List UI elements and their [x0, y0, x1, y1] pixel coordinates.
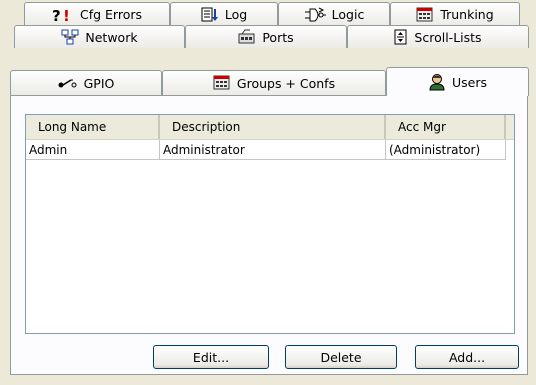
tab-label: Trunking [440, 7, 494, 22]
scroll-list-icon [394, 29, 408, 45]
tab-label: Logic [331, 7, 365, 22]
column-header-acc-mgr[interactable]: Acc Mgr [386, 115, 506, 139]
error-icon: ?! [52, 7, 74, 23]
tab-logic[interactable]: Logic [278, 2, 390, 26]
tab-label: Cfg Errors [79, 7, 143, 22]
tab-gpio[interactable]: GPIO [10, 70, 162, 95]
tab-scroll-lists[interactable]: Scroll-Lists [347, 25, 529, 48]
ports-icon [238, 29, 256, 45]
tab-label: Network [85, 29, 138, 45]
cell-description: Administrator [160, 140, 386, 160]
add-button[interactable]: Add... [415, 345, 519, 369]
tab-network[interactable]: Network [14, 25, 185, 48]
tab-groups-confs[interactable]: Groups + Confs [162, 70, 386, 95]
table-row[interactable]: Admin Administrator (Administrator) [26, 140, 514, 160]
groups-icon [213, 75, 231, 91]
column-header-description[interactable]: Description [160, 115, 386, 139]
tab-label: Groups + Confs [236, 75, 336, 91]
tab-label: Users [451, 74, 487, 90]
log-icon [201, 7, 219, 23]
user-icon [428, 73, 446, 91]
delete-button[interactable]: Delete [285, 345, 397, 369]
tab-ports[interactable]: Ports [185, 25, 347, 48]
tab-users[interactable]: Users [386, 67, 529, 96]
column-header-long-name[interactable]: Long Name [26, 115, 160, 139]
tab-label: Ports [262, 29, 294, 45]
logic-gate-icon [304, 7, 326, 23]
cell-acc-mgr: (Administrator) [386, 140, 506, 160]
svg-text:!: ! [63, 7, 70, 23]
tab-label: GPIO [83, 75, 115, 91]
svg-text:?: ? [52, 7, 61, 23]
tab-label: Log [224, 7, 248, 22]
tab-label: Scroll-Lists [414, 29, 482, 45]
users-panel: Long Name Description Acc Mgr Admin Admi… [10, 95, 528, 375]
users-list[interactable]: Long Name Description Acc Mgr Admin Admi… [25, 114, 515, 334]
gpio-icon [58, 77, 78, 89]
cell-long-name: Admin [26, 140, 160, 160]
edit-button[interactable]: Edit... [153, 345, 269, 369]
network-icon [61, 29, 79, 45]
tab-trunking[interactable]: Trunking [390, 2, 520, 26]
list-header: Long Name Description Acc Mgr [26, 115, 514, 140]
tab-cfg-errors[interactable]: ?! Cfg Errors [24, 2, 170, 26]
tab-log[interactable]: Log [170, 2, 278, 26]
trunking-icon [416, 7, 434, 23]
